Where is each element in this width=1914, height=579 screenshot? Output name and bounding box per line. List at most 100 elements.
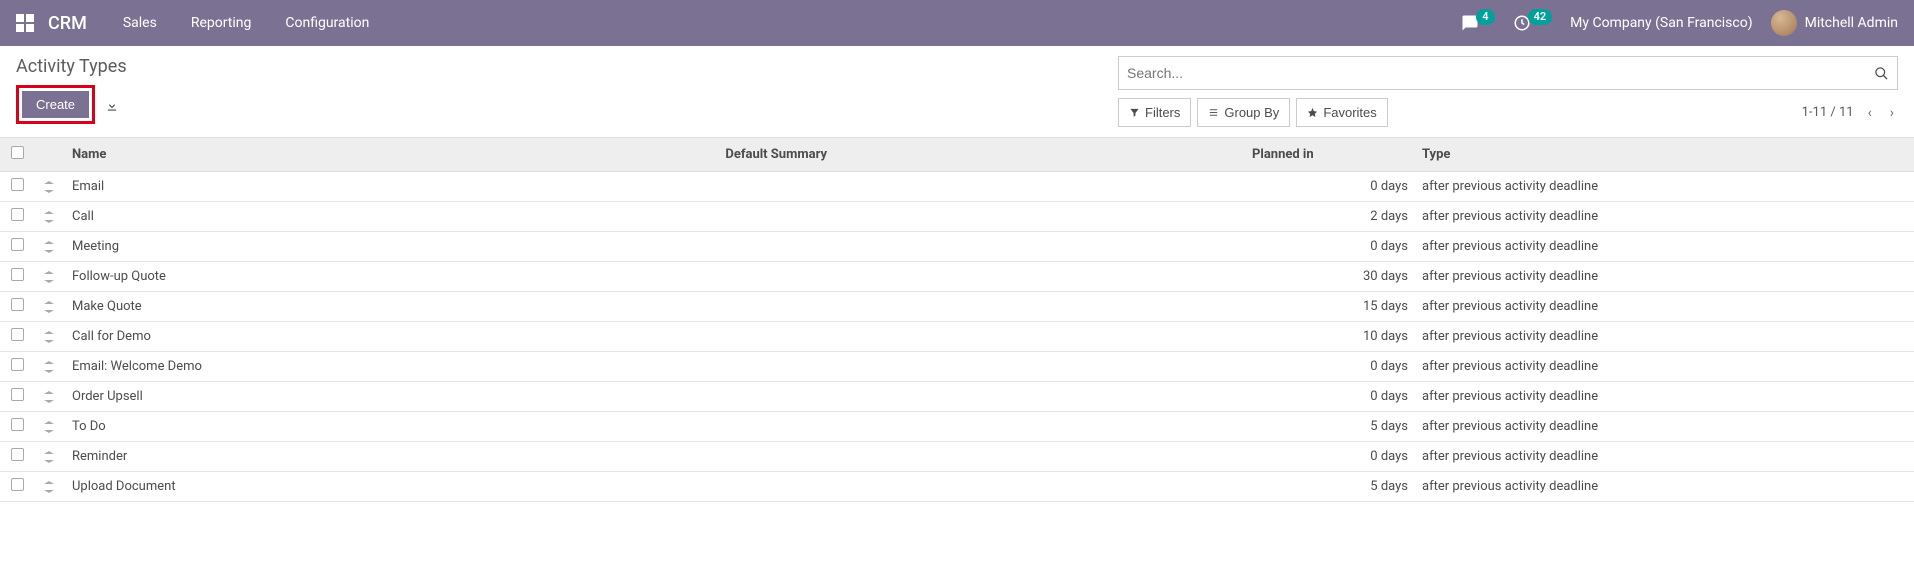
search-box[interactable]	[1118, 56, 1898, 90]
drag-handle-icon[interactable]	[44, 209, 54, 224]
menu-reporting[interactable]: Reporting	[191, 15, 252, 31]
row-checkbox[interactable]	[11, 388, 24, 401]
table-row[interactable]: Call2 daysafter previous activity deadli…	[0, 202, 1914, 232]
table-row[interactable]: Follow-up Quote 30 daysafter previous act…	[0, 262, 1914, 292]
messages-badge: 4	[1476, 9, 1494, 25]
drag-handle-icon[interactable]	[44, 449, 54, 464]
row-checkbox[interactable]	[11, 238, 24, 251]
cell-summary	[717, 232, 1244, 262]
cell-planned: 10 days	[1244, 322, 1414, 352]
filters-button[interactable]: Filters	[1118, 98, 1191, 127]
drag-handle-icon[interactable]	[44, 179, 54, 194]
cell-planned: 0 days	[1244, 352, 1414, 382]
create-button[interactable]: Create	[22, 91, 89, 118]
cell-summary	[717, 352, 1244, 382]
user-name: Mitchell Admin	[1805, 15, 1898, 31]
row-checkbox[interactable]	[11, 178, 24, 191]
cell-planned: 2 days	[1244, 202, 1414, 232]
cell-type: after previous activity deadline	[1414, 292, 1914, 322]
cell-name: Reminder	[64, 442, 717, 472]
drag-handle-icon[interactable]	[44, 479, 54, 494]
cell-name: Call	[64, 202, 717, 232]
row-checkbox[interactable]	[11, 478, 24, 491]
table-row[interactable]: To Do5 daysafter previous activity deadl…	[0, 412, 1914, 442]
cell-name: To Do	[64, 412, 717, 442]
cell-type: after previous activity deadline	[1414, 262, 1914, 292]
cell-name: Call for Demo	[64, 322, 717, 352]
table-row[interactable]: Call for Demo10 daysafter previous activ…	[0, 322, 1914, 352]
cell-planned: 0 days	[1244, 232, 1414, 262]
select-all-checkbox[interactable]	[11, 146, 24, 159]
apps-icon[interactable]	[16, 14, 34, 32]
row-checkbox[interactable]	[11, 418, 24, 431]
activities-badge: 42	[1528, 9, 1553, 25]
row-checkbox[interactable]	[11, 268, 24, 281]
cell-name: Email	[64, 172, 717, 202]
create-highlight: Create	[16, 85, 95, 124]
row-checkbox[interactable]	[11, 358, 24, 371]
row-checkbox[interactable]	[11, 448, 24, 461]
col-planned-in[interactable]: Planned in	[1244, 138, 1414, 172]
messages-button[interactable]: 4	[1461, 14, 1494, 32]
table-row[interactable]: Make Quote15 daysafter previous activity…	[0, 292, 1914, 322]
menu-configuration[interactable]: Configuration	[285, 15, 369, 31]
page-title: Activity Types	[16, 56, 1118, 77]
cell-planned: 30 days	[1244, 262, 1414, 292]
drag-handle-icon[interactable]	[44, 269, 54, 284]
cell-name: Meeting	[64, 232, 717, 262]
cell-summary	[717, 202, 1244, 232]
company-selector[interactable]: My Company (San Francisco)	[1570, 15, 1752, 31]
user-menu[interactable]: Mitchell Admin	[1771, 10, 1898, 36]
row-checkbox[interactable]	[11, 208, 24, 221]
cell-summary	[717, 472, 1244, 502]
star-icon	[1307, 107, 1318, 118]
cell-type: after previous activity deadline	[1414, 232, 1914, 262]
app-brand[interactable]: CRM	[48, 13, 87, 34]
cell-summary	[717, 412, 1244, 442]
row-checkbox[interactable]	[11, 298, 24, 311]
search-input[interactable]	[1127, 65, 1874, 81]
drag-handle-icon[interactable]	[44, 389, 54, 404]
cell-summary	[717, 322, 1244, 352]
export-button[interactable]	[101, 92, 123, 116]
groupby-button[interactable]: Group By	[1197, 98, 1290, 127]
col-type[interactable]: Type	[1414, 138, 1914, 172]
cell-type: after previous activity deadline	[1414, 442, 1914, 472]
drag-handle-icon[interactable]	[44, 359, 54, 374]
cell-name: Order Upsell	[64, 382, 717, 412]
table-row[interactable]: Order Upsell0 daysafter previous activit…	[0, 382, 1914, 412]
drag-handle-icon[interactable]	[44, 239, 54, 254]
cell-type: after previous activity deadline	[1414, 382, 1914, 412]
cell-planned: 5 days	[1244, 412, 1414, 442]
table-row[interactable]: Reminder0 daysafter previous activity de…	[0, 442, 1914, 472]
cell-summary	[717, 442, 1244, 472]
drag-handle-icon[interactable]	[44, 329, 54, 344]
favorites-button[interactable]: Favorites	[1296, 98, 1387, 127]
pager-prev[interactable]: ‹	[1864, 103, 1876, 123]
table-row[interactable]: Meeting 0 daysafter previous activity dea…	[0, 232, 1914, 262]
cell-summary	[717, 382, 1244, 412]
table-row[interactable]: Upload Document5 daysafter previous acti…	[0, 472, 1914, 502]
table-row[interactable]: Email 0 daysafter previous activity deadl…	[0, 172, 1914, 202]
topbar-right: 4 42 My Company (San Francisco) Mitchell…	[1461, 10, 1898, 36]
cell-name: Follow-up Quote	[64, 262, 717, 292]
search-button[interactable]	[1874, 65, 1889, 81]
cell-type: after previous activity deadline	[1414, 472, 1914, 502]
menu-sales[interactable]: Sales	[123, 15, 157, 31]
pager-text: 1-11 / 11	[1802, 105, 1854, 120]
row-checkbox[interactable]	[11, 328, 24, 341]
pager-next[interactable]: ›	[1886, 103, 1898, 123]
cell-planned: 0 days	[1244, 172, 1414, 202]
cell-planned: 5 days	[1244, 472, 1414, 502]
list-icon	[1208, 107, 1219, 118]
cell-type: after previous activity deadline	[1414, 172, 1914, 202]
table-row[interactable]: Email: Welcome Demo0 daysafter previous …	[0, 352, 1914, 382]
drag-handle-icon[interactable]	[44, 299, 54, 314]
col-name[interactable]: Name	[64, 138, 717, 172]
activities-button[interactable]: 42	[1513, 14, 1553, 32]
cell-type: after previous activity deadline	[1414, 352, 1914, 382]
cell-summary	[717, 172, 1244, 202]
top-navbar: CRM Sales Reporting Configuration 4 42 M…	[0, 0, 1914, 46]
col-default-summary[interactable]: Default Summary	[717, 138, 1244, 172]
drag-handle-icon[interactable]	[44, 419, 54, 434]
